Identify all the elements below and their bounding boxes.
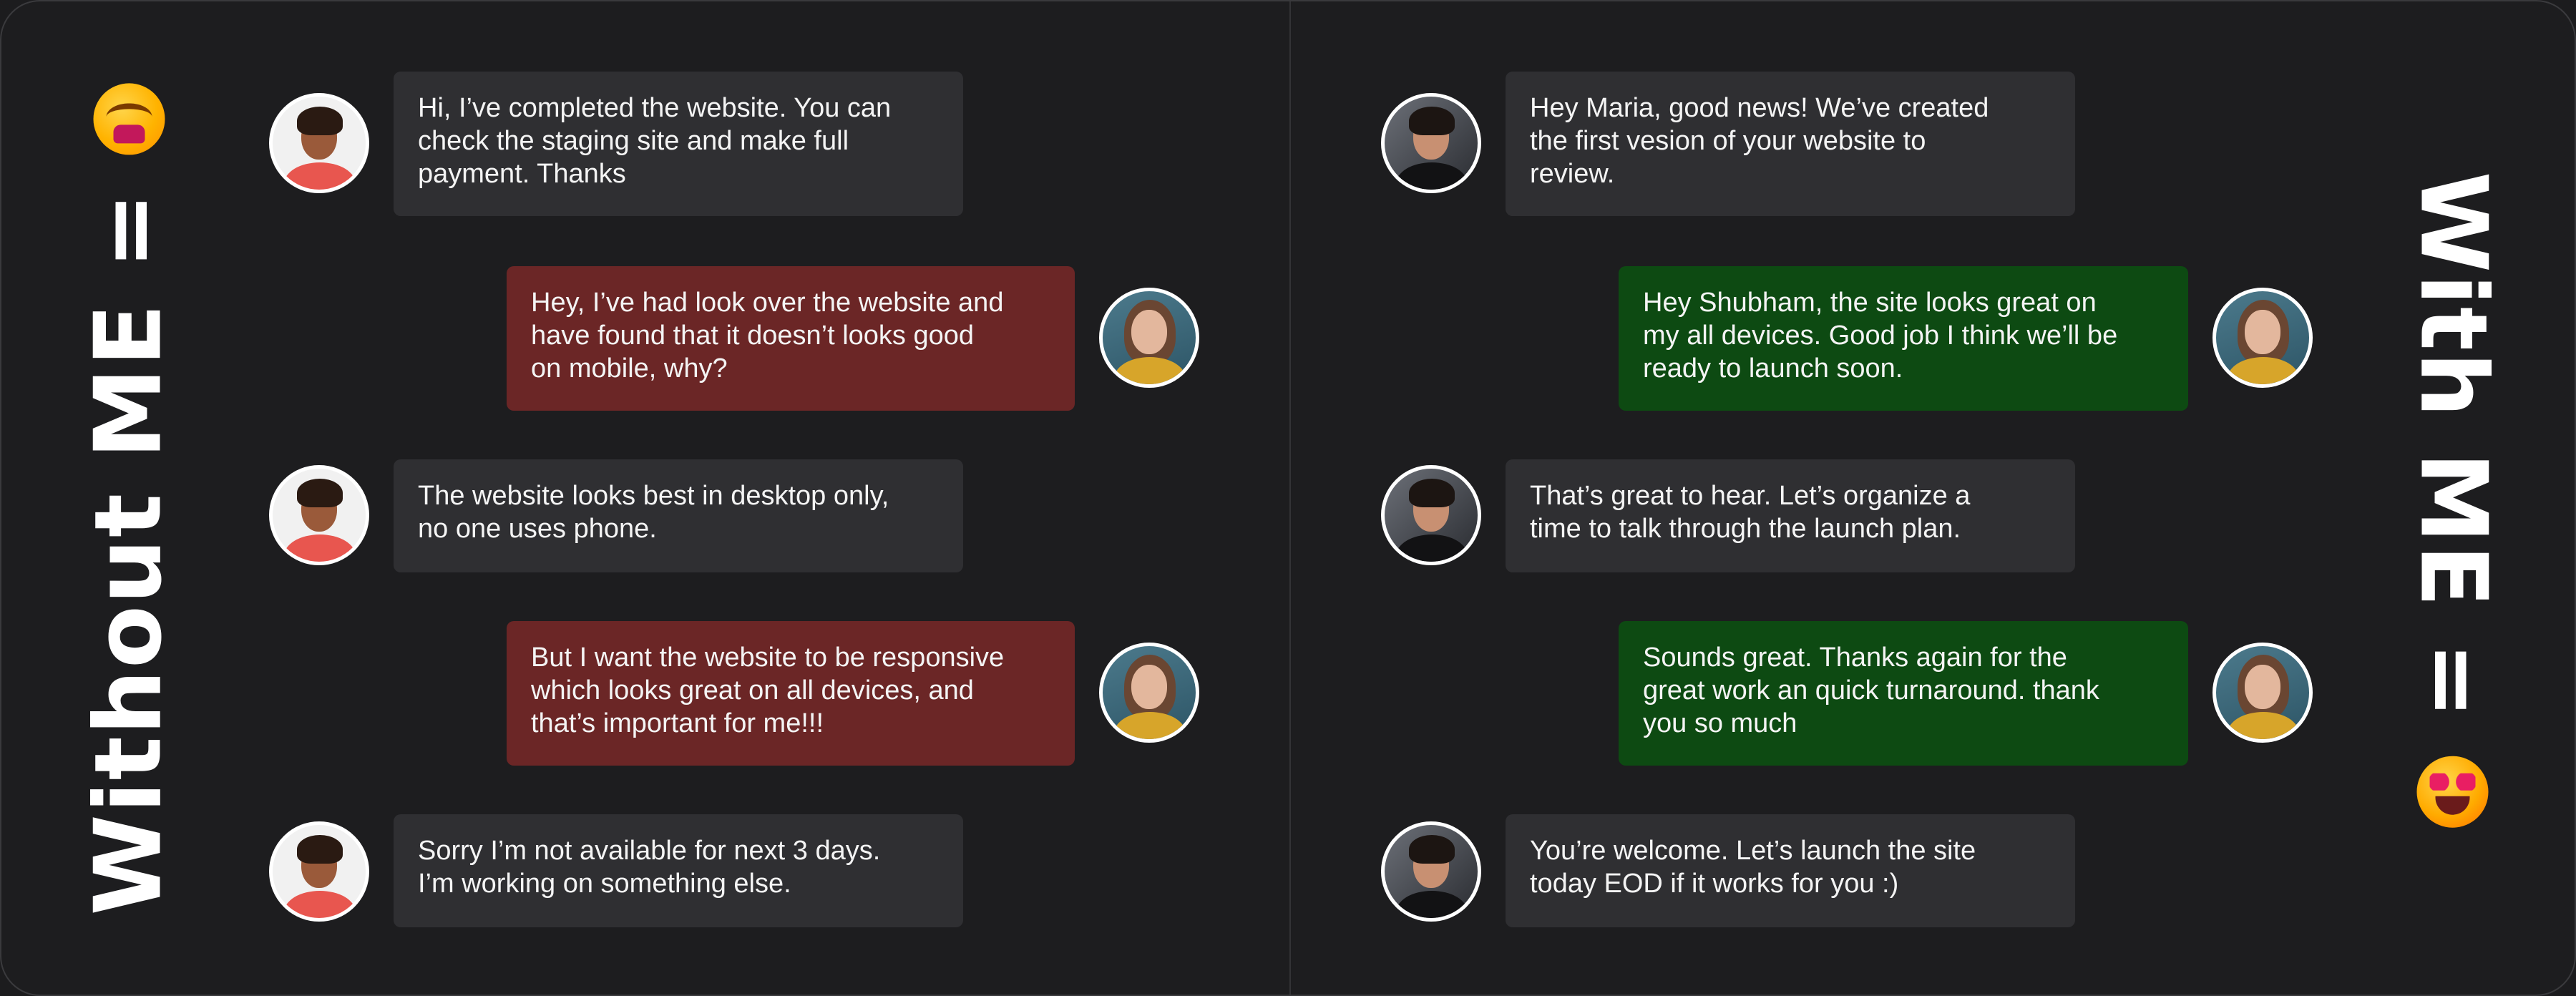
avatar-shubham	[1381, 93, 1481, 193]
panel-divider	[1289, 1, 1291, 995]
message-bubble: Hey, I’ve had look over the website and …	[507, 266, 1075, 411]
message-bubble: Sounds great. Thanks again for the great…	[1619, 621, 2188, 766]
avatar-shubham	[269, 93, 369, 193]
sad-face-icon	[93, 83, 165, 155]
avatar-shubham	[1381, 821, 1481, 922]
message-bubble: But I want the website to be responsive …	[507, 621, 1075, 766]
avatar-shubham	[269, 821, 369, 922]
right-panel-title: With ME =	[2400, 172, 2507, 828]
avatar-maria	[2212, 643, 2313, 743]
message-bubble: You’re welcome. Let’s launch the site to…	[1506, 814, 2075, 927]
message-bubble: The website looks best in desktop only, …	[394, 459, 963, 572]
avatar-maria	[1099, 288, 1199, 388]
avatar-maria	[1099, 643, 1199, 743]
heart-eyes-face-icon	[2417, 756, 2489, 828]
avatar-shubham	[269, 465, 369, 565]
message-bubble: Hey Maria, good news! We’ve created the …	[1506, 72, 2075, 216]
right-title-text: With ME =	[2399, 171, 2507, 721]
avatar-shubham	[1381, 465, 1481, 565]
left-title-text: Without ME =	[75, 190, 182, 916]
message-bubble: Hey Shubham, the site looks great on my …	[1619, 266, 2188, 411]
message-bubble: That’s great to hear. Let’s organize a t…	[1506, 459, 2075, 572]
avatar-maria	[2212, 288, 2313, 388]
left-panel-title: Without ME =	[75, 83, 182, 916]
message-bubble: Hi, I’ve completed the website. You can …	[394, 72, 963, 216]
message-bubble: Sorry I’m not available for next 3 days.…	[394, 814, 963, 927]
comparison-card: Without ME = With ME = Hi, I’ve complete…	[0, 0, 2576, 996]
